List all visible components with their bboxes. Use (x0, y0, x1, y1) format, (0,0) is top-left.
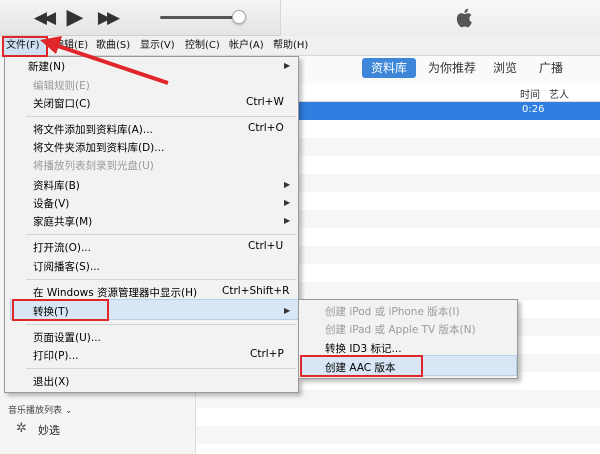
shortcut-print: Ctrl+P (250, 348, 284, 360)
menu-edit[interactable]: 编辑(E) (52, 36, 90, 56)
submenu-arrow-icon: ▶ (284, 180, 291, 189)
submenu-item-convert-id3[interactable]: 转换 ID3 标记... (325, 341, 402, 356)
now-playing-display (280, 0, 600, 36)
submenu-arrow-icon: ▶ (284, 216, 291, 225)
shortcut-close-window: Ctrl+W (246, 96, 284, 108)
submenu-arrow-icon: ▶ (284, 61, 291, 70)
menu-help[interactable]: 帮助(H) (271, 36, 310, 56)
play-button[interactable]: ▶ (63, 5, 87, 31)
menu-separator (26, 279, 296, 280)
table-row (196, 426, 600, 444)
music-playlists-header[interactable]: 音乐播放列表 ⌄ (8, 403, 72, 416)
menu-item-add-folder[interactable]: 将文件夹添加到资料库(D)... (33, 140, 164, 155)
menu-item-close-window[interactable]: 关闭窗口(C) (33, 96, 91, 111)
menu-item-edit-rules: 编辑规则(E) (33, 80, 90, 92)
genius-icon: ✲ (16, 421, 27, 436)
menu-bar: 文件(F) 编辑(E) 歌曲(S) 显示(V) 控制(C) 帐户(A) 帮助(H… (0, 36, 600, 56)
shortcut-show-in-explorer: Ctrl+Shift+R (222, 285, 290, 297)
volume-slider-knob[interactable] (232, 10, 246, 24)
submenu-arrow-icon: ▶ (284, 198, 291, 207)
tab-browse[interactable]: 浏览 (490, 58, 520, 78)
menu-item-print[interactable]: 打印(P)... (33, 348, 79, 363)
apple-logo-icon (456, 8, 472, 28)
menu-item-burn-playlist: 将播放列表刻录到光盘(U) (33, 160, 154, 172)
menu-account[interactable]: 帐户(A) (227, 36, 266, 56)
submenu-item-create-ipad-version: 创建 iPad 或 Apple TV 版本(N) (325, 324, 476, 336)
sidebar-item-genius[interactable]: 妙选 (38, 422, 60, 438)
shortcut-open-stream: Ctrl+U (248, 240, 284, 252)
menu-item-show-in-explorer[interactable]: 在 Windows 资源管理器中显示(H) (33, 285, 197, 300)
next-track-button[interactable]: ▶▶ (94, 7, 120, 29)
volume-slider[interactable] (160, 16, 242, 19)
menu-item-new[interactable]: 新建(N) (28, 59, 65, 74)
menu-separator (26, 324, 296, 325)
menu-item-library[interactable]: 资料库(B) (33, 178, 80, 193)
shortcut-add-file: Ctrl+O (248, 122, 284, 134)
column-header-artist[interactable]: 艺人 (549, 86, 569, 101)
menu-separator (26, 116, 296, 117)
tab-for-you[interactable]: 为你推荐 (424, 58, 480, 78)
column-header-time[interactable]: 时间 (520, 86, 540, 101)
menu-item-open-stream[interactable]: 打开流(O)... (33, 240, 91, 255)
submenu-arrow-icon: ▶ (284, 306, 291, 315)
menu-item-exit[interactable]: 退出(X) (33, 374, 69, 389)
menu-controls[interactable]: 控制(C) (183, 36, 222, 56)
tab-radio[interactable]: 广播 (536, 58, 566, 78)
annotation-box-file (2, 36, 48, 57)
tab-library[interactable]: 资料库 (362, 58, 416, 78)
menu-item-devices[interactable]: 设备(V) (33, 196, 69, 211)
menu-separator (26, 368, 296, 369)
annotation-box-convert (12, 299, 109, 321)
menu-item-subscribe-podcast[interactable]: 订阅播客(S)... (33, 259, 100, 274)
menu-view[interactable]: 显示(V) (138, 36, 177, 56)
menu-song[interactable]: 歌曲(S) (94, 36, 132, 56)
menu-item-add-file[interactable]: 将文件添加到资料库(A)... (33, 122, 153, 137)
menu-separator (26, 234, 296, 235)
menu-item-home-sharing[interactable]: 家庭共享(M) (33, 214, 92, 229)
annotation-box-create-aac (300, 355, 423, 377)
menu-item-page-setup[interactable]: 页面设置(U)... (33, 330, 101, 345)
previous-track-button[interactable]: ◀◀ (30, 7, 56, 29)
row-time-value: 0:26 (522, 104, 545, 115)
submenu-item-create-ipod-version: 创建 iPod 或 iPhone 版本(I) (325, 306, 460, 318)
